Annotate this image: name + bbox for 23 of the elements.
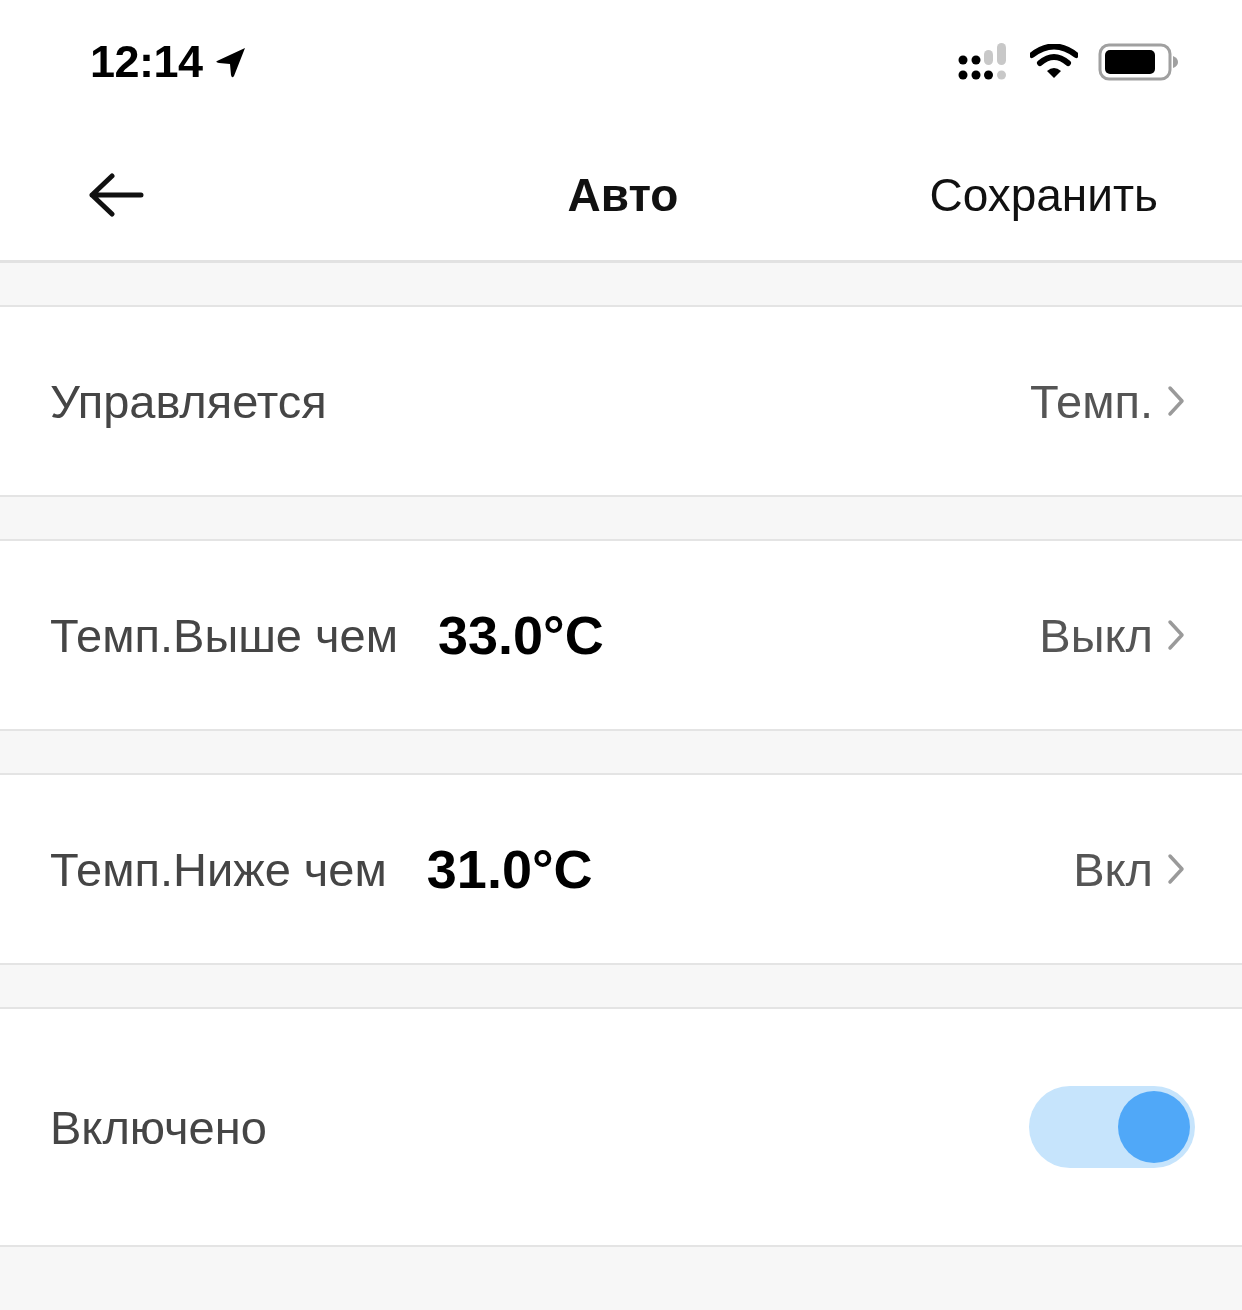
settings-row[interactable]: Темп.Выше чем 33.0°C Выкл — [0, 539, 1242, 731]
chevron-right-icon — [1167, 853, 1185, 885]
row-label: Темп.Ниже чем — [50, 841, 387, 897]
chevron-right-icon — [1167, 619, 1185, 651]
value-link[interactable]: Темп. — [1029, 373, 1185, 429]
page-title: Авто — [567, 168, 679, 222]
wifi-icon — [1030, 44, 1078, 80]
status-time: 12:14 — [90, 36, 203, 88]
row-label: Темп.Выше чем — [50, 607, 398, 663]
value-link[interactable]: Выкл — [1039, 607, 1185, 663]
back-arrow-icon — [88, 173, 144, 217]
settings-row[interactable]: Управляется Темп. — [0, 305, 1242, 497]
temperature-value: 31.0°C — [426, 838, 593, 900]
row-label: Управляется — [50, 373, 327, 429]
row-label: Включено — [50, 1099, 267, 1155]
location-arrow-icon — [214, 45, 247, 79]
settings-row[interactable]: Темп.Ниже чем 31.0°C Вкл — [0, 773, 1242, 965]
value-link[interactable]: Вкл — [1073, 841, 1185, 897]
save-button[interactable]: Сохранить — [929, 168, 1158, 222]
chevron-right-icon — [1167, 385, 1185, 417]
back-button[interactable] — [88, 173, 144, 217]
battery-icon — [1098, 43, 1178, 81]
temperature-value: 33.0°C — [438, 604, 604, 666]
